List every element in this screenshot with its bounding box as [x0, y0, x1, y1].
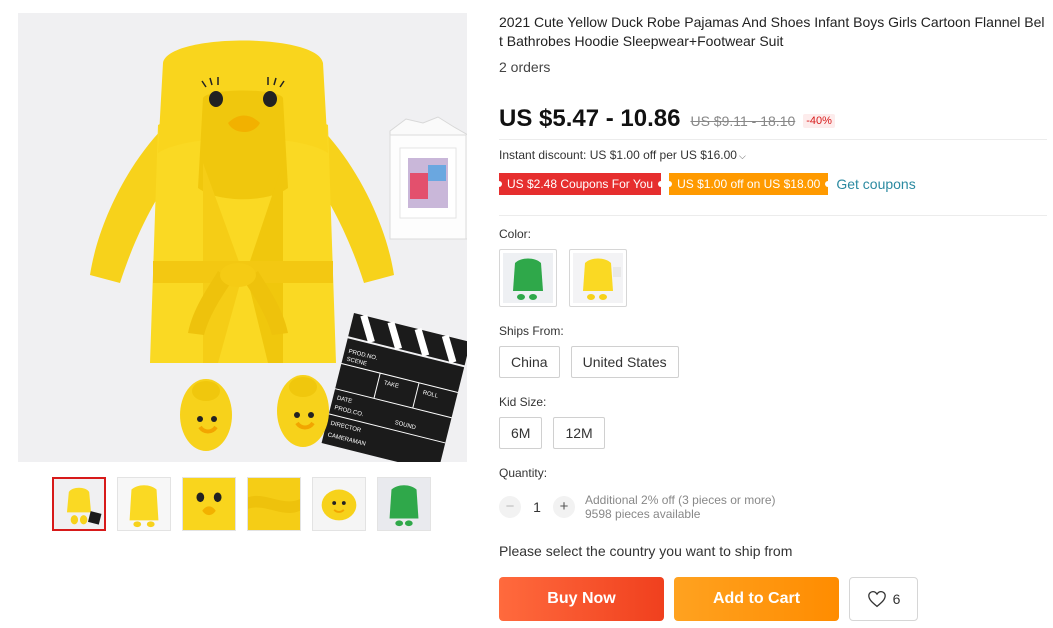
quantity-value[interactable]: 1: [521, 499, 553, 515]
quantity-label: Quantity:: [499, 466, 548, 480]
thumbnail-duck-slippers[interactable]: [312, 477, 366, 531]
thumbnail-robe-fabric-closeup[interactable]: [247, 477, 301, 531]
color-label: Color:: [499, 227, 532, 241]
thumbnail-duck-hood-closeup[interactable]: [182, 477, 236, 531]
coupon-row: US $2.48 Coupons For You US $1.00 off on…: [495, 173, 916, 195]
price-row: US $5.47 - 10.86 US $9.11 - 18.10 -40%: [499, 105, 835, 135]
quantity-increase-button[interactable]: +: [553, 496, 575, 518]
wishlist-button[interactable]: 6: [849, 577, 918, 621]
color-option-green[interactable]: [499, 249, 557, 307]
additional-discount-text: Additional 2% off (3 pieces or more): [585, 493, 776, 507]
size-6m[interactable]: 6M: [499, 417, 543, 449]
available-stock-text: 9598 pieces available: [585, 507, 701, 521]
current-price: US $5.47 - 10.86: [499, 105, 681, 132]
chevron-down-icon: ⌵: [738, 151, 746, 161]
product-title: 2021 Cute Yellow Duck Robe Pajamas And S…: [499, 14, 1045, 49]
shipping-note: Please select the country you want to sh…: [499, 543, 793, 559]
wishlist-count: 6: [892, 591, 901, 607]
ships-from-options: China United States: [499, 346, 690, 378]
picture-frame: [389, 116, 467, 240]
add-to-cart-button[interactable]: Add to Cart: [674, 577, 839, 621]
ships-from-china[interactable]: China: [499, 346, 560, 378]
thumbnail-green-robe[interactable]: [377, 477, 431, 531]
coupon-select[interactable]: US $1.00 off on US $18.00: [666, 173, 832, 195]
divider: [499, 215, 1047, 216]
size-12m[interactable]: 12M: [553, 417, 605, 449]
ships-from-united-states[interactable]: United States: [570, 346, 679, 378]
color-options: [499, 249, 639, 307]
ships-from-label: Ships From:: [499, 324, 564, 338]
quantity-note: Additional 2% off (3 pieces or more) 959…: [585, 493, 776, 521]
heart-icon: [867, 590, 886, 608]
thumbnail-robe-front[interactable]: [117, 477, 171, 531]
thumbnail-robe-with-slippers[interactable]: [52, 477, 106, 531]
instant-discount[interactable]: Instant discount: US $1.00 off per US $1…: [499, 148, 746, 162]
kid-size-options: 6M 12M: [499, 417, 616, 449]
action-buttons: Buy Now Add to Cart 6: [499, 577, 918, 621]
instant-discount-text: Instant discount: US $1.00 off per US $1…: [499, 148, 737, 162]
buy-now-button[interactable]: Buy Now: [499, 577, 664, 621]
original-price: US $9.11 - 18.10: [690, 113, 796, 129]
quantity-stepper: − 1 + Additional 2% off (3 pieces or mor…: [499, 493, 776, 521]
color-option-yellow[interactable]: [569, 249, 627, 307]
coupon-store[interactable]: US $2.48 Coupons For You: [495, 173, 665, 195]
yellow-duck-robe-illustration: PROD.NO. SCENE TAKE ROLL DATE PROD.CO. S…: [18, 13, 467, 462]
thumbnail-strip: [52, 477, 432, 531]
main-product-image[interactable]: PROD.NO. SCENE TAKE ROLL DATE PROD.CO. S…: [18, 13, 467, 462]
divider: [499, 139, 1047, 140]
quantity-decrease-button[interactable]: −: [499, 496, 521, 518]
get-coupons-link[interactable]: Get coupons: [836, 176, 915, 192]
discount-badge: -40%: [803, 114, 835, 128]
order-count: 2 orders: [499, 59, 551, 75]
kid-size-label: Kid Size:: [499, 395, 547, 409]
